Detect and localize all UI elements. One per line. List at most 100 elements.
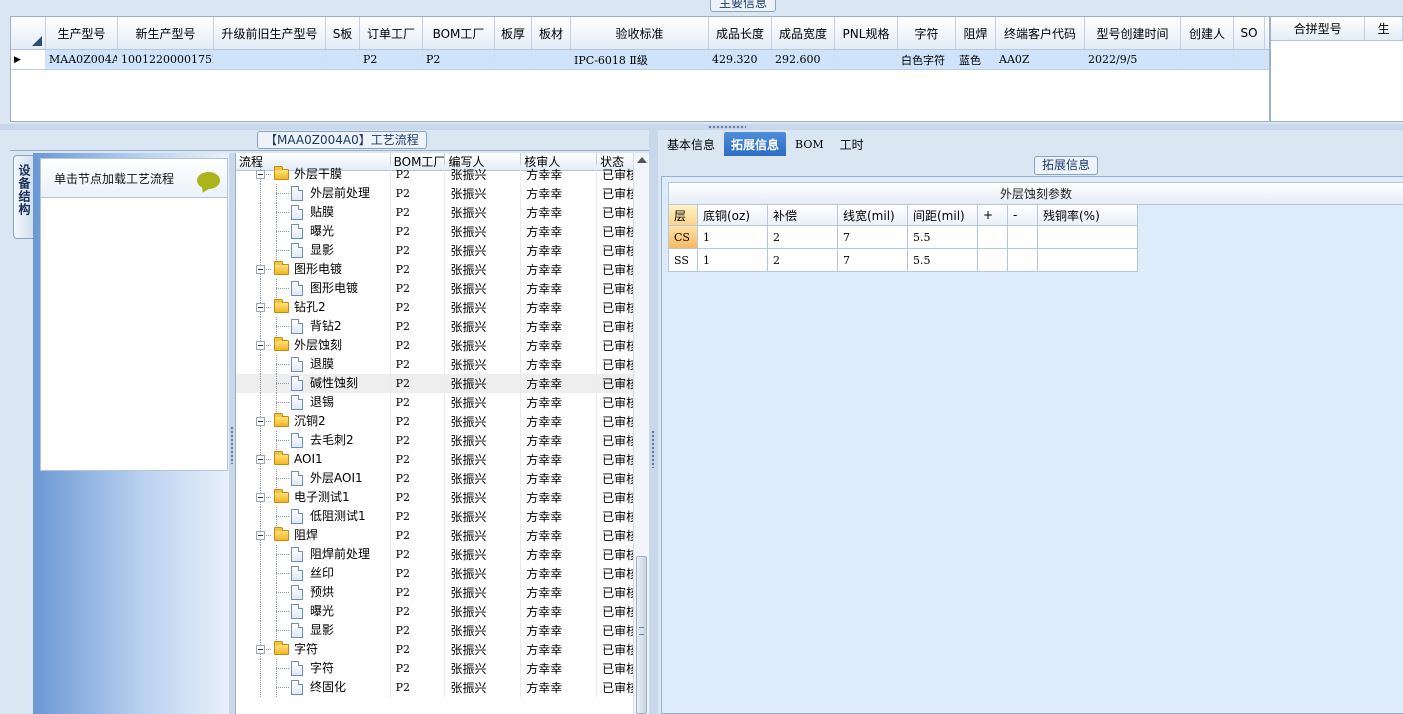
etch-cell[interactable]: 5.5 [908,226,978,249]
etch-column-header[interactable]: 线宽(mil) [838,205,908,226]
tree-row[interactable]: 字符 P2 张振兴 方幸幸 已审核 [236,640,649,659]
tab-work-hours[interactable]: 工时 [833,132,871,156]
tree-row[interactable]: 碱性蚀刻 P2 张振兴 方幸幸 已审核 [236,374,649,393]
tree-row[interactable]: 阻焊 P2 张振兴 方幸幸 已审核 [236,526,649,545]
etch-column-header[interactable]: 残铜率(%) [1038,205,1138,226]
tree-node[interactable]: 钻孔2 [236,298,391,317]
tree-node[interactable]: AOI1 [236,450,391,469]
grid-cell[interactable] [326,50,360,69]
grid-cell[interactable]: 蓝色 [956,50,996,69]
tree-node[interactable]: 沉铜2 [236,412,391,431]
tree-row[interactable]: 丝印 P2 张振兴 方幸幸 已审核 [236,564,649,583]
collapse-toggle-icon[interactable] [256,170,265,179]
collapse-toggle-icon[interactable] [256,265,265,274]
tree-node[interactable]: 退锡 [236,393,391,412]
tree-node[interactable]: 显影 [236,241,391,260]
column-header[interactable]: 阻焊 [956,17,996,49]
etch-row[interactable]: CS 1 2 7 5.5 [668,226,1403,249]
collapse-toggle-icon[interactable] [256,645,265,654]
etch-cell[interactable] [978,226,1008,249]
tab-equipment-structure[interactable]: 设备结构 [13,155,35,239]
tree-node[interactable]: 终固化 [236,678,391,697]
etch-cell[interactable] [1008,249,1038,272]
column-header[interactable]: 板材 [532,17,571,49]
etch-column-header[interactable]: - [1008,205,1038,226]
splitter-grip-icon[interactable] [708,125,746,129]
etch-column-header[interactable]: + [978,205,1008,226]
column-header[interactable]: 生产型号 [46,17,118,49]
process-tree-scrollbar[interactable] [633,153,649,714]
column-header[interactable]: 成品长度 [709,17,772,49]
splitter-grip-icon[interactable] [230,426,234,464]
collapse-toggle-icon[interactable] [256,493,265,502]
etch-cell[interactable]: 7 [838,249,908,272]
tree-row[interactable]: 去毛刺2 P2 张振兴 方幸幸 已审核 [236,431,649,450]
tree-row[interactable]: 字符 P2 张振兴 方幸幸 已审核 [236,659,649,678]
tree-node[interactable]: 阻焊 [236,526,391,545]
etch-cell[interactable]: 2 [768,226,838,249]
collapse-toggle-icon[interactable] [256,455,265,464]
tree-row[interactable]: 外层干膜 P2 张振兴 方幸幸 已审核 [236,165,649,184]
grid-cell[interactable] [1181,50,1234,69]
column-header[interactable]: 订单工厂 [360,17,423,49]
tree-node[interactable]: 外层干膜 [236,165,391,184]
tree-node[interactable]: 显影 [236,621,391,640]
grid-cell[interactable] [532,50,571,69]
tree-row[interactable]: 预烘 P2 张振兴 方幸幸 已审核 [236,583,649,602]
etch-column-header[interactable]: 层 [668,205,698,226]
tree-node[interactable]: 预烘 [236,583,391,602]
column-header[interactable]: BOM工厂 [423,17,495,49]
grid-cell[interactable]: P2 [423,50,495,69]
tree-node[interactable]: 图形电镀 [236,260,391,279]
tree-node[interactable]: 背钻2 [236,317,391,336]
tab-basic-info[interactable]: 基本信息 [660,132,722,156]
main-info-grid-row[interactable]: ▶MAA0Z004A010012200001752 P2P2 IPC-6018 Ⅱ级… [11,50,1269,70]
etch-cell[interactable]: 7 [838,226,908,249]
grid-cell[interactable] [495,50,532,69]
tree-row[interactable]: 外层蚀刻 P2 张振兴 方幸幸 已审核 [236,336,649,355]
etch-column-header[interactable]: 补偿 [768,205,838,226]
grid-cell[interactable] [1234,50,1265,69]
tree-row[interactable]: 沉铜2 P2 张振兴 方幸幸 已审核 [236,412,649,431]
grid-cell[interactable]: 429.320 [709,50,772,69]
tree-row[interactable]: 退锡 P2 张振兴 方幸幸 已审核 [236,393,649,412]
tree-row[interactable]: 终固化 P2 张振兴 方幸幸 已审核 [236,678,649,697]
grid-cell[interactable]: 292.600 [772,50,835,69]
collapse-toggle-icon[interactable] [256,417,265,426]
tree-row[interactable]: 显影 P2 张振兴 方幸幸 已审核 [236,621,649,640]
tree-row[interactable]: AOI1 P2 张振兴 方幸幸 已审核 [236,450,649,469]
etch-column-header[interactable]: 间距(mil) [908,205,978,226]
tab-bom[interactable]: BOM [788,132,831,156]
tree-node[interactable]: 曝光 [236,602,391,621]
column-header[interactable]: 合拼型号 [1271,17,1366,40]
tree-row[interactable]: 退膜 P2 张振兴 方幸幸 已审核 [236,355,649,374]
splitter-grip-icon[interactable] [651,430,655,468]
collapse-toggle-icon[interactable] [256,341,265,350]
tree-row[interactable]: 阻焊前处理 P2 张振兴 方幸幸 已审核 [236,545,649,564]
etch-cell[interactable] [1038,226,1138,249]
tree-node[interactable]: 外层AOI1 [236,469,391,488]
tree-node[interactable]: 贴膜 [236,203,391,222]
column-header[interactable]: 生 [1365,17,1403,40]
grid-cell[interactable]: AA0Z [996,50,1085,69]
tree-node[interactable]: 曝光 [236,222,391,241]
etch-cell[interactable]: SS [668,249,698,272]
grid-cell[interactable]: P2 [360,50,423,69]
tree-row[interactable]: 钻孔2 P2 张振兴 方幸幸 已审核 [236,298,649,317]
tree-row[interactable]: 显影 P2 张振兴 方幸幸 已审核 [236,241,649,260]
nav-body[interactable] [40,198,228,471]
tree-row[interactable]: 贴膜 P2 张振兴 方幸幸 已审核 [236,203,649,222]
column-header[interactable]: PNL规格 [835,17,898,49]
grid-cell[interactable]: 10012200001752 [118,50,214,69]
tree-node[interactable]: 外层前处理 [236,184,391,203]
tree-node[interactable]: 退膜 [236,355,391,374]
tree-node[interactable]: 外层蚀刻 [236,336,391,355]
tree-node[interactable]: 丝印 [236,564,391,583]
grid-cell[interactable]: 2022/9/5 [1085,50,1181,69]
column-header[interactable]: 终端客户代码 [996,17,1085,49]
tree-row[interactable]: 曝光 P2 张振兴 方幸幸 已审核 [236,602,649,621]
tree-node[interactable]: 去毛刺2 [236,431,391,450]
tree-node[interactable]: 字符 [236,659,391,678]
etch-cell[interactable]: 2 [768,249,838,272]
column-header[interactable]: 板厚 [495,17,532,49]
